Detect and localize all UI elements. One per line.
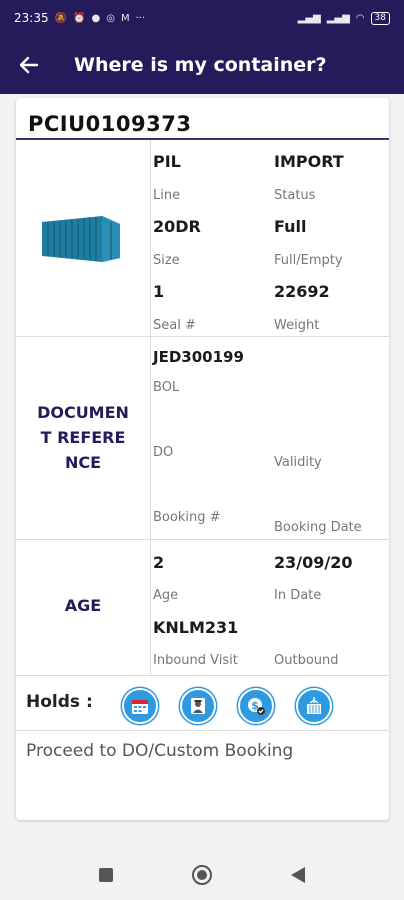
inbound-visit-value: KNLM231: [153, 618, 239, 637]
in-date-value: 23/09/20: [274, 553, 353, 572]
do-label: DO: [153, 445, 174, 460]
seal-label: Seal #: [153, 318, 196, 333]
calendar-hold-icon[interactable]: [122, 688, 158, 724]
document-reference-title-line: NCE: [64, 453, 102, 472]
status-time: 23:35: [14, 11, 49, 25]
status-value: IMPORT: [274, 152, 344, 171]
payment-hold-icon[interactable]: $: [238, 688, 274, 724]
container-info-section: PIL Line IMPORT Status 20DR Size Full Fu…: [16, 140, 389, 336]
full-empty-label: Full/Empty: [274, 253, 343, 268]
more-notifications-icon: ···: [135, 12, 146, 24]
circle-icon: [192, 865, 212, 885]
gmail-icon: M: [120, 12, 130, 24]
booking-number-label: Booking #: [153, 510, 221, 525]
triangle-back-icon: [291, 867, 305, 883]
whatsapp-icon: ◎: [106, 12, 115, 24]
age-title: AGE: [64, 596, 102, 615]
container-crane-icon: [307, 697, 321, 714]
arrow-left-icon: [19, 56, 39, 74]
customs-officer-icon: [191, 698, 205, 714]
document-reference-title: DOCUMEN T REFERE NCE: [16, 400, 150, 475]
in-date-label: In Date: [274, 588, 322, 603]
holds-label: Holds :: [26, 692, 93, 712]
size-label: Size: [153, 253, 180, 268]
booking-date-label: Booking Date: [274, 520, 362, 535]
officer-hold-icon[interactable]: [180, 688, 216, 724]
container-number: PCIU0109373: [28, 112, 192, 136]
dollar-check-icon: $: [248, 698, 265, 715]
column-divider: [150, 540, 151, 675]
validity-label: Validity: [274, 455, 322, 470]
status-bar: 23:35 🔕 ⏰ ● ◎ M ··· ▂▄▆ ▂▄▆ ◠ 38: [0, 0, 404, 36]
column-divider: [150, 140, 151, 336]
calendar-icon: [132, 700, 148, 714]
weight-value: 22692: [274, 282, 330, 301]
age-section: AGE 2 Age 23/09/20 In Date KNLM231 Inbou…: [16, 540, 389, 675]
column-divider: [150, 337, 151, 539]
chat-icon: ●: [91, 12, 101, 24]
full-empty-value: Full: [274, 217, 307, 236]
outbound-label: Outbound: [274, 653, 339, 668]
battery-icon: 38: [370, 11, 390, 25]
wifi-icon: ◠: [355, 12, 365, 24]
container-card: PCIU0109373 PIL Line IMPORT Status 20DR …: [16, 98, 389, 820]
container-hold-icon[interactable]: [296, 688, 332, 724]
document-reference-title-line: DOCUMEN: [37, 403, 129, 422]
home-button[interactable]: [189, 862, 215, 888]
document-reference-section: DOCUMEN T REFERE NCE JED300199 BOL DO Va…: [16, 337, 389, 539]
alarm-icon: ⏰: [73, 12, 86, 24]
recents-button[interactable]: [93, 862, 119, 888]
bol-label: BOL: [153, 380, 180, 395]
back-nav-button[interactable]: [285, 862, 311, 888]
section-divider: [16, 675, 389, 676]
document-reference-title-line: T REFERE: [40, 428, 126, 447]
bol-value: JED300199: [153, 348, 244, 366]
size-value: 20DR: [153, 217, 201, 236]
system-nav-bar: [0, 850, 404, 900]
age-value: 2: [153, 553, 165, 572]
status-label: Status: [274, 188, 316, 203]
square-icon: [99, 868, 113, 882]
age-label: Age: [153, 588, 179, 603]
line-value: PIL: [153, 152, 181, 171]
inbound-visit-label: Inbound Visit: [153, 653, 238, 668]
app-bar: Where is my container?: [0, 36, 404, 94]
signal-2-icon: ▂▄▆: [326, 12, 350, 24]
back-button[interactable]: [0, 36, 58, 94]
signal-icon: ▂▄▆: [297, 12, 321, 24]
seal-value: 1: [153, 282, 165, 301]
shipping-container-icon: [42, 216, 120, 262]
line-label: Line: [153, 188, 181, 203]
proceed-action[interactable]: Proceed to DO/Custom Booking: [26, 741, 293, 761]
mute-icon: 🔕: [54, 12, 68, 24]
weight-label: Weight: [274, 318, 320, 333]
page-title: Where is my container?: [74, 54, 327, 76]
section-divider: [16, 730, 389, 731]
